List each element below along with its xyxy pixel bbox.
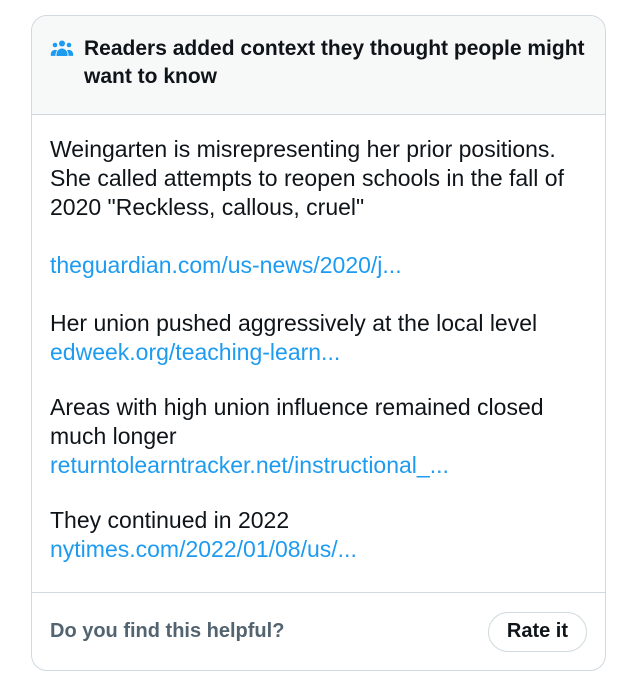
note-header: Readers added context they thought peopl… (32, 16, 605, 115)
note-text-3: Areas with high union influence remained… (50, 394, 544, 449)
rate-it-button[interactable]: Rate it (487, 611, 587, 652)
note-link-3[interactable]: returntolearntracker.net/instructional_.… (50, 451, 587, 480)
note-text-4: They continued in 2022 (50, 507, 290, 533)
note-link-2[interactable]: edweek.org/teaching-learn... (50, 338, 587, 367)
note-link-4[interactable]: nytimes.com/2022/01/08/us/... (50, 535, 587, 564)
community-note-card: Readers added context they thought peopl… (31, 15, 606, 671)
note-link-1[interactable]: theguardian.com/us-news/2020/j... (50, 251, 587, 280)
helpful-question: Do you find this helpful? (50, 620, 285, 642)
note-text-2: Her union pushed aggressively at the loc… (50, 310, 538, 336)
people-icon (50, 37, 74, 61)
note-header-title: Readers added context they thought peopl… (84, 37, 585, 88)
note-text-1: Weingarten is misrepresenting her prior … (50, 136, 564, 220)
note-footer: Do you find this helpful? Rate it (32, 592, 605, 670)
note-body: Weingarten is misrepresenting her prior … (32, 115, 605, 564)
